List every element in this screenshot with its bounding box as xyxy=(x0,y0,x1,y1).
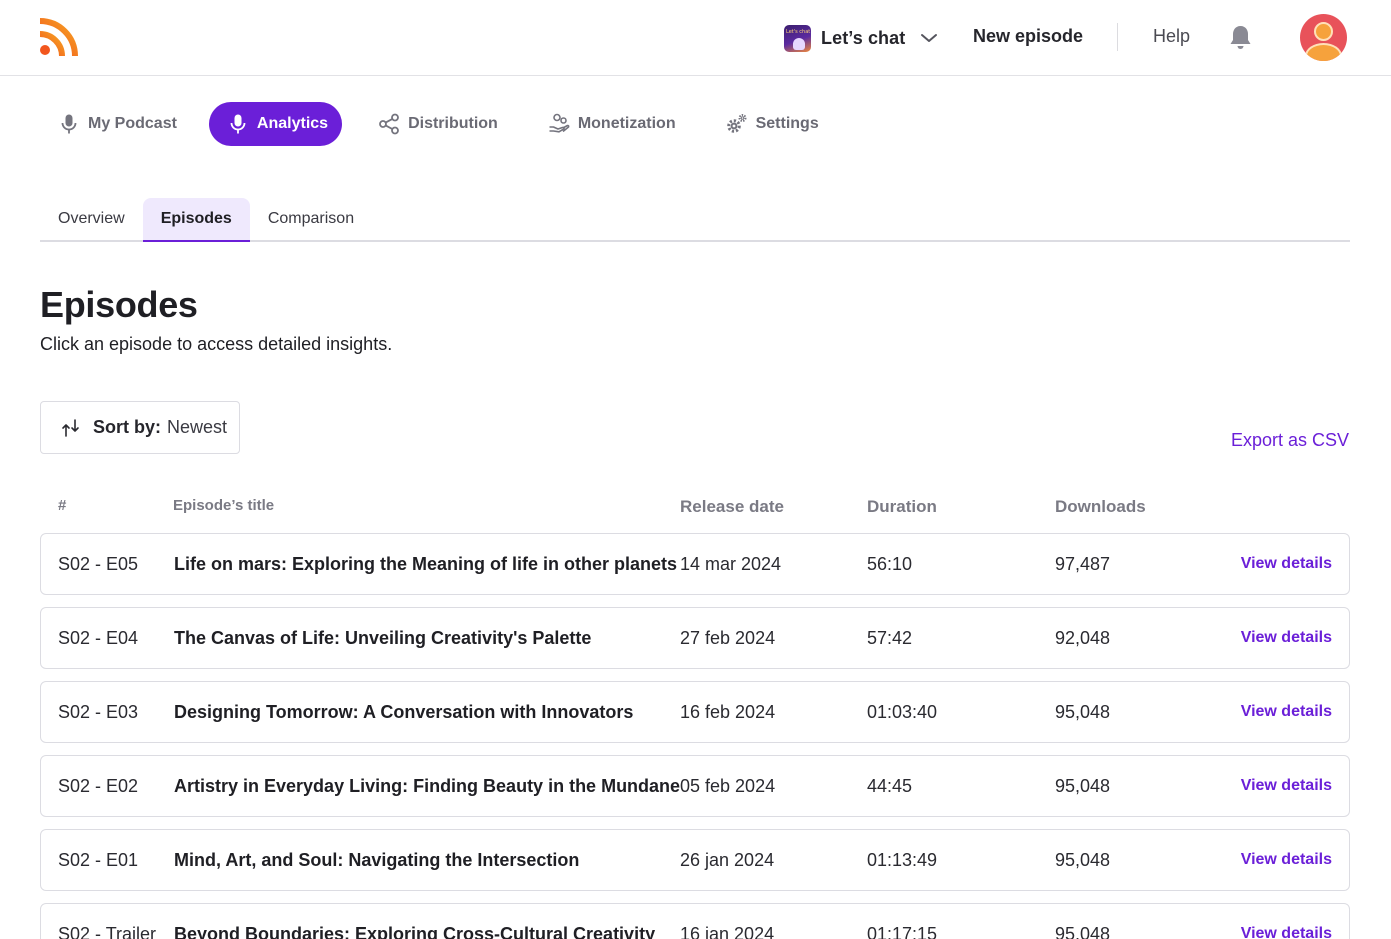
episode-title: Designing Tomorrow: A Conversation with … xyxy=(174,702,634,722)
episode-number: S02 - E04 xyxy=(58,628,139,648)
header-release-date[interactable]: Release date xyxy=(680,497,784,517)
release-date: 16 feb 2024 xyxy=(680,702,776,722)
header-duration[interactable]: Duration xyxy=(867,497,937,517)
sort-value: Newest xyxy=(167,417,228,437)
duration: 01:13:49 xyxy=(867,850,938,870)
episode-number: S02 - E01 xyxy=(58,850,139,870)
duration: 01:03:40 xyxy=(867,702,938,722)
podcast-name: Let’s chat xyxy=(821,27,906,48)
episode-title: Beyond Boundaries: Exploring Cross-Cultu… xyxy=(174,924,656,939)
nav-item-analytics[interactable]: Analytics xyxy=(208,102,343,146)
release-date: 16 jan 2024 xyxy=(680,924,775,939)
table-row[interactable]: S02 - Trailer Beyond Boundaries: Explori… xyxy=(40,903,1350,939)
analytics-tabs: Overview Episodes Comparison xyxy=(40,198,1350,242)
release-date: 27 feb 2024 xyxy=(680,628,776,648)
rss-logo-icon[interactable] xyxy=(38,18,78,58)
release-date: 26 jan 2024 xyxy=(680,850,775,870)
episode-title: Life on mars: Exploring the Meaning of l… xyxy=(174,554,678,574)
header-downloads[interactable]: Downloads xyxy=(1055,497,1146,517)
nav-label: Settings xyxy=(755,115,819,132)
tab-overview[interactable]: Overview xyxy=(40,198,143,240)
microphone-icon xyxy=(230,114,246,134)
episode-title: The Canvas of Life: Unveiling Creativity… xyxy=(174,628,592,648)
view-details-link[interactable]: View details xyxy=(1241,925,1332,939)
nav-label: Distribution xyxy=(408,115,498,132)
table-row[interactable]: S02 - E01 Mind, Art, and Soul: Navigatin… xyxy=(40,829,1350,891)
downloads: 97,487 xyxy=(1055,554,1111,574)
sort-arrows-icon xyxy=(62,418,79,437)
view-details-link[interactable]: View details xyxy=(1241,703,1332,721)
duration: 44:45 xyxy=(867,776,913,796)
export-csv-link[interactable]: Export as CSV xyxy=(1231,430,1349,451)
user-avatar[interactable] xyxy=(1300,14,1347,61)
nav-item-monetization[interactable]: Monetization xyxy=(530,102,690,146)
tab-comparison[interactable]: Comparison xyxy=(250,198,372,240)
duration: 57:42 xyxy=(867,628,913,648)
hand-coins-icon xyxy=(549,113,570,133)
episode-title: Mind, Art, and Soul: Navigating the Inte… xyxy=(174,850,580,870)
release-date: 14 mar 2024 xyxy=(680,554,782,574)
nav-label: Monetization xyxy=(577,115,676,132)
downloads: 95,048 xyxy=(1055,850,1111,870)
table-row[interactable]: S02 - E05 Life on mars: Exploring the Me… xyxy=(40,533,1350,595)
bell-icon[interactable] xyxy=(1227,23,1254,51)
tab-episodes[interactable]: Episodes xyxy=(142,198,250,242)
release-date: 05 feb 2024 xyxy=(680,776,776,796)
gears-icon xyxy=(726,114,747,133)
chevron-down-icon[interactable] xyxy=(919,28,939,48)
duration: 01:17:15 xyxy=(867,924,938,939)
nav-item-distribution[interactable]: Distribution xyxy=(360,102,512,146)
view-details-link[interactable]: View details xyxy=(1241,851,1332,869)
nav-label: My Podcast xyxy=(88,115,177,132)
episode-title: Artistry in Everyday Living: Finding Bea… xyxy=(174,776,681,796)
page-subtitle: Click an episode to access detailed insi… xyxy=(40,334,393,354)
sort-label: Sort by: xyxy=(93,417,162,437)
downloads: 92,048 xyxy=(1055,628,1111,648)
episode-number: S02 - E02 xyxy=(58,776,139,796)
podcast-switcher[interactable]: Let's chat Let’s chat xyxy=(784,22,939,54)
podcast-cover: Let's chat xyxy=(784,24,811,52)
page-title: Episodes xyxy=(40,284,198,325)
new-episode-button[interactable]: New episode xyxy=(973,26,1083,47)
share-icon xyxy=(379,113,399,135)
podcast-cover-text: Let's chat xyxy=(786,28,811,35)
downloads: 95,048 xyxy=(1055,924,1111,939)
table-row[interactable]: S02 - E03 Designing Tomorrow: A Conversa… xyxy=(40,681,1350,743)
downloads: 95,048 xyxy=(1055,776,1111,796)
episodes-table: S02 - E05 Life on mars: Exploring the Me… xyxy=(40,533,1350,939)
view-details-link[interactable]: View details xyxy=(1241,777,1332,795)
downloads: 95,048 xyxy=(1055,702,1111,722)
nav-item-my-podcast[interactable]: My Podcast xyxy=(40,102,191,146)
table-row[interactable]: S02 - E02 Artistry in Everyday Living: F… xyxy=(40,755,1350,817)
header-number: # xyxy=(58,497,67,514)
nav-item-settings[interactable]: Settings xyxy=(708,102,833,146)
view-details-link[interactable]: View details xyxy=(1241,629,1332,647)
episode-number: S02 - Trailer xyxy=(58,924,157,939)
view-details-link[interactable]: View details xyxy=(1241,555,1332,573)
nav-label: Analytics xyxy=(256,115,329,132)
help-link[interactable]: Help xyxy=(1153,26,1190,47)
table-header: # Episode’s title Release date Duration … xyxy=(40,497,1350,521)
table-row[interactable]: S02 - E04 The Canvas of Life: Unveiling … xyxy=(40,607,1350,669)
header-divider xyxy=(1117,23,1118,51)
sort-button[interactable]: Sort by: Newest xyxy=(40,401,240,454)
microphone-icon xyxy=(61,114,77,134)
episode-number: S02 - E03 xyxy=(58,702,139,722)
episode-number: S02 - E05 xyxy=(58,554,139,574)
top-header: Let's chat Let’s chat New episode Help xyxy=(0,0,1391,76)
duration: 56:10 xyxy=(867,554,913,574)
header-episode-title: Episode’s title xyxy=(173,497,275,514)
main-nav: My Podcast Analytics Distribution Moneti… xyxy=(40,102,851,146)
